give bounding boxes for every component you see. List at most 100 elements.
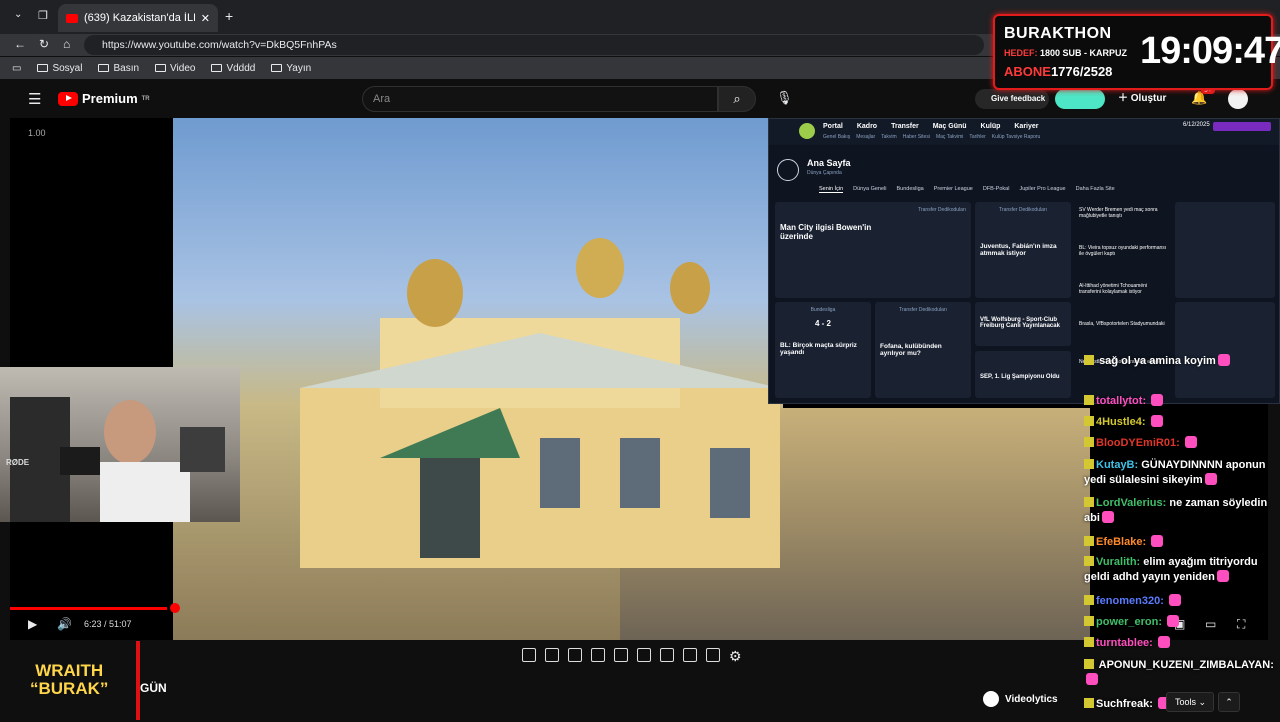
subnav-item[interactable]: Genel Bakış — [823, 134, 850, 140]
chat-username[interactable]: Suchfreak: — [1096, 698, 1153, 710]
chevron-up-icon: ⌃ — [1225, 697, 1233, 707]
webcam-overlay: RØDE — [0, 367, 240, 522]
camera-icon[interactable] — [706, 648, 720, 662]
chat-username[interactable]: fenomen320: — [1096, 595, 1164, 607]
workspaces-icon[interactable]: ❐ — [38, 9, 48, 22]
nav-item[interactable]: Portal — [823, 123, 843, 130]
site-action-button[interactable] — [1213, 122, 1271, 131]
club-logo-icon — [799, 123, 815, 139]
chat-username[interactable]: EfeBlake: — [1096, 536, 1146, 548]
back-icon[interactable]: ← — [14, 37, 26, 51]
subnav-item[interactable]: Kulüp Tavsiye Raporu — [992, 134, 1041, 140]
speed-icon[interactable] — [660, 648, 674, 662]
news-card[interactable]: Transfer Dedikoduları Fofana, kulübünden… — [875, 302, 971, 398]
screenshot-icon[interactable] — [568, 648, 582, 662]
news-card[interactable]: Transfer Dedikoduları Juventus, Fabián'ı… — [975, 202, 1071, 298]
bookmark-vdddd[interactable]: Vdddd — [211, 63, 255, 74]
tab-list-icon[interactable]: ⌄ — [14, 9, 22, 20]
search-input[interactable]: Ara — [362, 86, 718, 112]
news-card[interactable]: VfL Wolfsburg - Sport-Club Freiburg Canl… — [975, 302, 1071, 346]
picture-in-picture-icon[interactable] — [614, 648, 628, 662]
side-news-item[interactable]: BL: Vieira topsuz oyundaki performansı i… — [1079, 245, 1169, 283]
chat-username[interactable]: 4Hustle4: — [1096, 416, 1146, 428]
hud-timer: 19:09:47 — [1140, 30, 1280, 72]
site-tab[interactable]: Senin İçin — [819, 186, 844, 193]
news-card[interactable]: Transfer Dedikoduları Man City ilgisi Bo… — [775, 202, 971, 298]
chat-username[interactable]: Vuralith: — [1096, 556, 1140, 568]
search-button[interactable]: ⌕ — [718, 86, 756, 112]
emote-icon — [1204, 473, 1217, 485]
close-tab-icon[interactable]: ✕ — [201, 12, 210, 25]
nav-item[interactable]: Transfer — [891, 123, 919, 130]
site-date: 6/12/2025 — [1183, 122, 1210, 128]
collapse-button[interactable]: ⌃ — [1218, 692, 1240, 712]
chat-username[interactable]: power_eron: — [1096, 616, 1162, 628]
wraith-line-1: WRAITH — [35, 661, 104, 680]
chat-username[interactable]: turntablee: — [1096, 637, 1153, 649]
folder-icon — [37, 64, 49, 72]
bookmark-yayin[interactable]: Yayın — [271, 63, 311, 74]
chat-message: KutayB: GÜNAYDINNNN aponun yedi sülalesi… — [1084, 458, 1274, 488]
microphone-icon[interactable]: 🎙 — [776, 90, 793, 106]
subnav-item[interactable]: Takvim — [881, 134, 897, 140]
subnav-item[interactable]: Haber Sitesi — [903, 134, 930, 140]
tab-title: (639) Kazakistan'da İLK GÜN - You — [84, 12, 195, 24]
tools-dropdown[interactable]: Tools ⌄ — [1166, 692, 1214, 712]
chat-message: totallytot: — [1084, 394, 1274, 409]
subnav-item[interactable]: Tarihler — [969, 134, 985, 140]
progress-scrubber[interactable] — [170, 603, 180, 613]
card-title: SEP, 1. Lig Şampiyonu Oldu — [980, 374, 1060, 380]
menu-icon[interactable]: ☰ — [28, 90, 41, 108]
reading-list-icon[interactable]: ▭ — [12, 63, 21, 74]
side-news-item[interactable]: SV Werder Bremen yedi maç sonra mağlubiy… — [1079, 207, 1169, 245]
nav-item[interactable]: Kulüp — [981, 123, 1001, 130]
chat-badge-icon — [1084, 355, 1094, 365]
news-card[interactable]: Bundesliga 4 - 2 BL: Birçok maçta sürpri… — [775, 302, 871, 398]
chat-message: BlooDYEmiR01: — [1084, 436, 1274, 451]
bookmark-label: Video — [170, 62, 196, 74]
site-tab[interactable]: DFB-Pokal — [983, 186, 1010, 193]
give-feedback-button[interactable]: Give feedback — [975, 89, 1049, 109]
subnav-item[interactable]: Mesajlar — [856, 134, 875, 140]
videolytics-widget[interactable]: Videolytics — [983, 691, 1058, 707]
loop-icon[interactable] — [522, 648, 536, 662]
subnav-item[interactable]: Maç Takvimi — [936, 134, 963, 140]
bookmark-video[interactable]: Video — [155, 63, 195, 74]
site-tab[interactable]: Daha Fazla Site — [1076, 186, 1115, 193]
avatar[interactable] — [1228, 89, 1248, 109]
new-tab-icon[interactable]: + — [225, 8, 233, 24]
nav-item[interactable]: Maç Günü — [933, 123, 967, 130]
chat-username[interactable]: BlooDYEmiR01: — [1096, 437, 1180, 449]
volume-icon[interactable]: 🔊 — [57, 617, 72, 631]
site-tab[interactable]: Jupiler Pro League — [1019, 186, 1065, 193]
audio-icon[interactable] — [545, 648, 559, 662]
site-tab[interactable]: Dünya Geneli — [853, 186, 886, 193]
address-input[interactable]: https://www.youtube.com/watch?v=DkBQ5Fnh… — [84, 35, 984, 55]
chat-username[interactable]: totallytot: — [1096, 395, 1146, 407]
crop-icon[interactable] — [637, 648, 651, 662]
chat-username[interactable]: KutayB: — [1096, 459, 1138, 471]
bookmark-sosyal[interactable]: Sosyal — [37, 63, 82, 74]
progress-bar[interactable] — [10, 607, 167, 610]
chat-message: sağ ol ya amina koyim — [1084, 354, 1274, 369]
site-tab[interactable]: Bundesliga — [896, 186, 923, 193]
home-icon[interactable]: ⌂ — [63, 37, 70, 51]
news-card[interactable]: SEP, 1. Lig Şampiyonu Oldu — [975, 351, 1071, 398]
youtube-logo[interactable]: Premium TR — [58, 91, 150, 106]
create-button[interactable]: ＋ Oluştur — [1118, 89, 1166, 109]
play-icon[interactable]: ▶ — [28, 617, 37, 631]
side-news-item[interactable]: Al-Ittihad yönetimi Tchouaméni transferi… — [1079, 283, 1169, 321]
emote-icon — [1150, 415, 1163, 427]
site-tab[interactable]: Premier League — [934, 186, 973, 193]
live-toggle[interactable] — [1055, 89, 1105, 109]
add-icon[interactable] — [683, 648, 697, 662]
film-icon[interactable] — [591, 648, 605, 662]
chat-username[interactable]: LordValerius: — [1096, 497, 1166, 509]
nav-item[interactable]: Kariyer — [1014, 123, 1038, 130]
settings-gear-icon[interactable]: ⚙ — [729, 648, 742, 665]
nav-item[interactable]: Kadro — [857, 123, 877, 130]
bookmark-basin[interactable]: Basın — [98, 63, 139, 74]
reload-icon[interactable]: ↻ — [39, 37, 49, 51]
videolytics-icon — [983, 691, 999, 707]
tab-youtube[interactable]: (639) Kazakistan'da İLK GÜN - You ✕ — [58, 4, 218, 32]
